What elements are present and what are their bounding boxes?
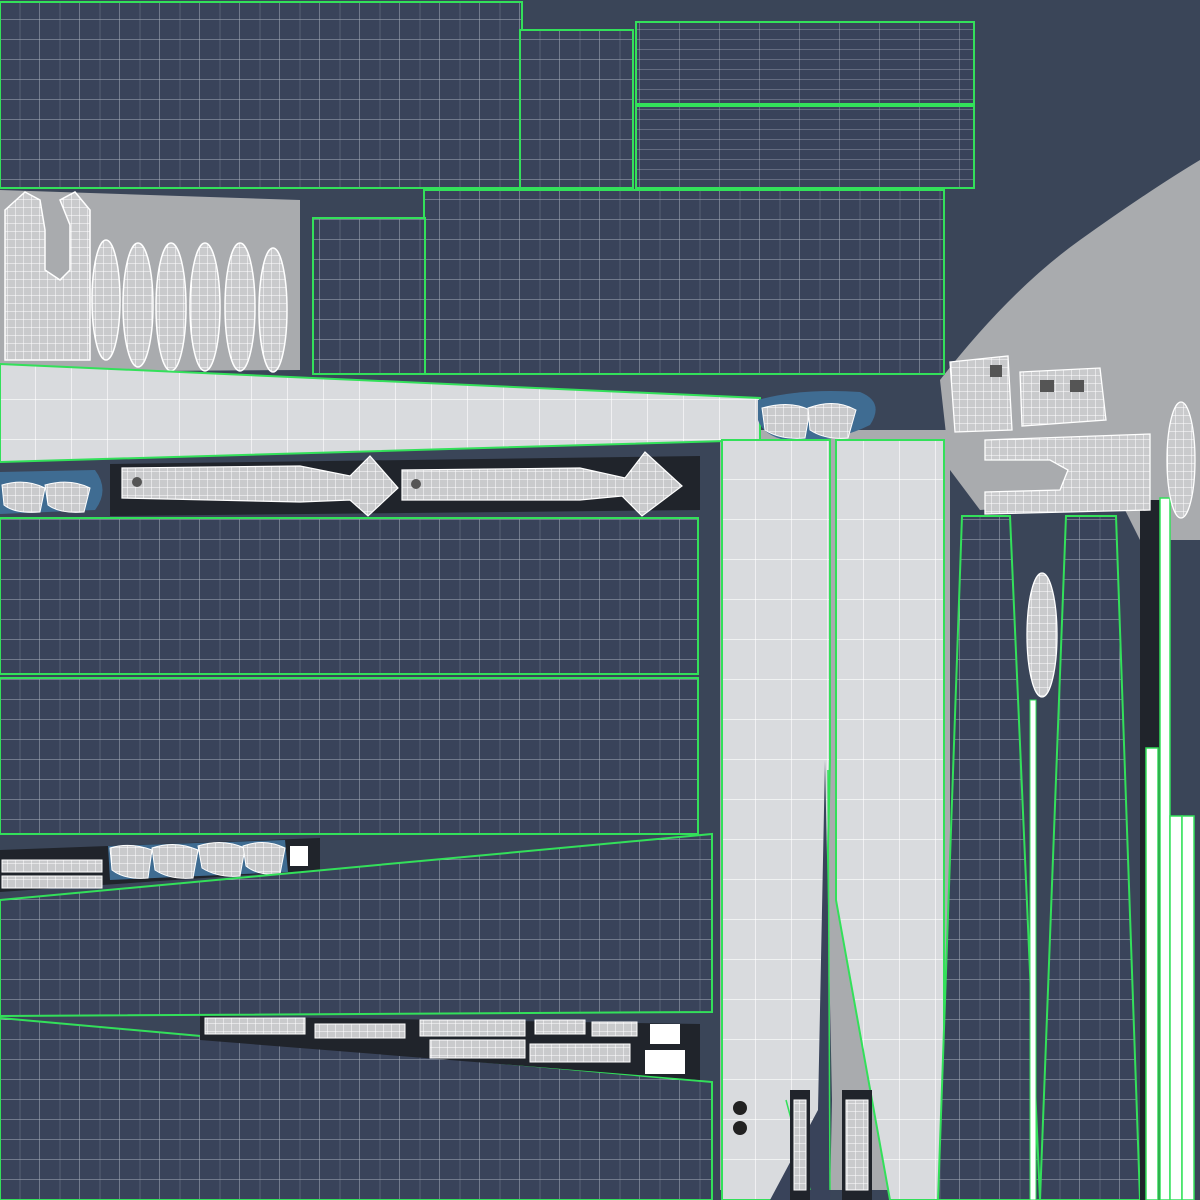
- uv-panel-top-mid: [519, 29, 634, 189]
- uv-panel-top-right-b: [635, 105, 975, 189]
- uv-panel-mid-left-a: [0, 517, 699, 675]
- uv-panel-upper-center-left: [312, 217, 426, 375]
- hole-a: [733, 1101, 747, 1115]
- uv-panel-top-right-a: [635, 21, 975, 105]
- uv-panel-mid-left-b: [0, 677, 699, 835]
- hole-b: [733, 1121, 747, 1135]
- uv-light-strip-vertical-left: [721, 439, 831, 1200]
- uv-texture-canvas: [0, 0, 1200, 1200]
- uv-panel-top-left: [0, 1, 523, 189]
- uv-panel-upper-center: [423, 189, 945, 375]
